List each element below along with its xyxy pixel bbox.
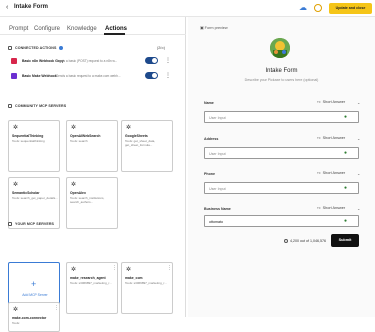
server-name: SemanticScholar <box>12 191 40 195</box>
mcp-server-card[interactable]: ✲ ⋮ make_research_agent Tools: s3069897_… <box>66 262 118 314</box>
info-icon <box>284 239 288 244</box>
tab-configure[interactable]: Configure <box>34 26 60 32</box>
server-tools: Tools: get_sheet_data, get_sheet_formula… <box>125 139 156 147</box>
mcp-server-card[interactable]: ✲ SequentialThinking Tools: sequentialth… <box>8 120 60 172</box>
cloud-sync-icon[interactable]: ☁ <box>299 3 307 12</box>
connected-actions-heading: CONNECTED ACTIONS <box>8 46 63 51</box>
mcp-icon: ✲ <box>13 125 19 131</box>
mcp-icon: ✲ <box>126 267 132 273</box>
mcp-server-card[interactable]: ✲ OpenAlex Tools: search_institutions, s… <box>66 177 118 229</box>
more-options-icon[interactable]: ⋮ <box>165 57 171 64</box>
tab-prompt[interactable]: Prompt <box>9 26 28 32</box>
mcp-icon: ✲ <box>13 182 19 188</box>
more-options-icon[interactable]: ⋮ <box>112 265 117 271</box>
server-tools: Tools: s3069897_marketing_r... <box>70 281 112 285</box>
server-name: OpenAlex <box>70 191 86 195</box>
more-options-icon[interactable]: ⋮ <box>165 72 171 79</box>
field-type-select[interactable]: T≡ Short Answer <box>317 100 345 104</box>
server-name: SequentialThinking <box>12 134 44 138</box>
mcp-icon: ✲ <box>71 125 77 131</box>
mcp-icon: ✲ <box>13 307 19 313</box>
action-toggle[interactable] <box>145 72 158 79</box>
chevron-down-icon[interactable]: ⌄ <box>357 136 360 141</box>
mcp-server-card[interactable]: ✲ OpenAIWebSearch Tools: search <box>66 120 118 172</box>
history-icon[interactable] <box>314 4 322 12</box>
active-tab-indicator <box>104 33 125 35</box>
server-icon <box>8 222 12 227</box>
action-toggle[interactable] <box>145 57 158 64</box>
submit-button[interactable]: Submit <box>331 234 359 247</box>
tab-knowledge[interactable]: Knowledge <box>67 26 97 32</box>
info-icon[interactable] <box>58 46 63 51</box>
form-preview-label: ▣ Form preview <box>200 26 228 30</box>
action-description: Sends a basic request to a make.com webh… <box>56 74 121 78</box>
business-name-input[interactable]: ottomato ● <box>204 215 359 227</box>
field-label: Name <box>204 101 214 105</box>
grammarly-icon: ● <box>344 185 348 191</box>
page-title: Intake Form <box>14 4 49 10</box>
server-icon <box>8 104 12 109</box>
back-arrow-icon[interactable]: ‹ <box>6 4 8 11</box>
chevron-down-icon[interactable]: ⌄ <box>357 171 360 176</box>
mcp-icon: ✲ <box>126 125 132 131</box>
field-type-select[interactable]: T≡ Short Answer <box>317 136 345 140</box>
mcp-icon: ✲ <box>71 182 77 188</box>
server-tools: Tools: search_institutions, search_autho… <box>70 196 105 204</box>
chevron-down-icon[interactable]: ⌄ <box>357 206 360 211</box>
server-tools: Tools: s3069897_marketing_r... <box>125 281 167 285</box>
mcp-icon: ✲ <box>71 267 77 273</box>
tab-actions[interactable]: Actions <box>105 26 127 32</box>
form-title: Intake Form <box>265 68 298 74</box>
action-description: Sends a basic (POST) request to a n8n w.… <box>56 59 118 63</box>
server-tools: Tools: <box>12 321 20 325</box>
field-type-select[interactable]: T≡ Short Answer <box>317 171 345 175</box>
mcp-server-card[interactable]: ✲ GoogleSheets Tools: get_sheet_data, ge… <box>121 120 173 172</box>
action-name: Basic Make Webhook <box>22 74 57 78</box>
field-label: Phone <box>204 172 215 176</box>
action-row[interactable]: Basic Make Webhook Sends a basic request… <box>11 72 183 82</box>
form-preview-panel: ▣ Form preview Intake Form Describe your… <box>188 17 375 317</box>
update-and-close-button[interactable]: Update and close <box>329 3 372 14</box>
make-icon <box>11 73 17 79</box>
field-label: Address <box>204 137 219 141</box>
mcp-server-card[interactable]: ✲ ⋮ make_com Tools: s3069897_marketing_r… <box>121 262 173 314</box>
server-name: make_com <box>125 276 143 280</box>
connection-icon <box>8 46 12 51</box>
builder-panel: Prompt Configure Knowledge Actions CONNE… <box>0 17 186 332</box>
server-name: make_research_agent <box>70 276 106 280</box>
pickaxe-avatar <box>270 38 290 58</box>
name-input[interactable]: User Input ● <box>204 111 359 123</box>
server-tools: Tools: sequentialthinking <box>12 139 45 143</box>
field-type-select[interactable]: T≡ Short Answer <box>317 206 345 210</box>
more-options-icon[interactable]: ⋮ <box>54 305 59 311</box>
server-tools: Tools: search <box>70 139 88 143</box>
form-description: Describe your Pickaxe to users here (opt… <box>244 78 319 82</box>
n8n-icon <box>11 58 17 64</box>
grammarly-icon: ● <box>344 218 348 224</box>
community-servers-heading: COMMUNITY MCP SERVERS <box>8 104 66 109</box>
add-mcp-server-label: Add MCP Server <box>22 293 48 297</box>
server-name: OpenAIWebSearch <box>70 134 101 138</box>
plus-icon: + <box>31 279 37 289</box>
more-options-icon[interactable]: ⋮ <box>167 265 172 271</box>
server-name: GoogleSheets <box>125 134 148 138</box>
grammarly-icon: ● <box>344 150 348 156</box>
mcp-server-card[interactable]: ✲ ⋮ make-com-connector Tools: <box>8 302 60 332</box>
address-input[interactable]: User Input ● <box>204 147 359 159</box>
phone-input[interactable]: User Input ● <box>204 182 359 194</box>
connected-actions-count: (2/∞) <box>157 46 165 50</box>
action-row[interactable]: Basic n8n Webhook Copy Sends a basic (PO… <box>11 57 183 67</box>
field-label: Business Name <box>204 207 231 211</box>
character-count: 4,200 out of 1,046,576 <box>284 239 326 244</box>
your-servers-heading: YOUR MCP SERVERS <box>8 222 54 227</box>
tab-divider <box>0 34 186 35</box>
server-tools: Tools: search_get_paper_details... <box>12 196 58 200</box>
chevron-down-icon[interactable]: ⌄ <box>357 100 360 105</box>
top-bar: ‹ Intake Form ☁ Update and close <box>0 0 375 17</box>
grammarly-icon: ● <box>344 114 348 120</box>
